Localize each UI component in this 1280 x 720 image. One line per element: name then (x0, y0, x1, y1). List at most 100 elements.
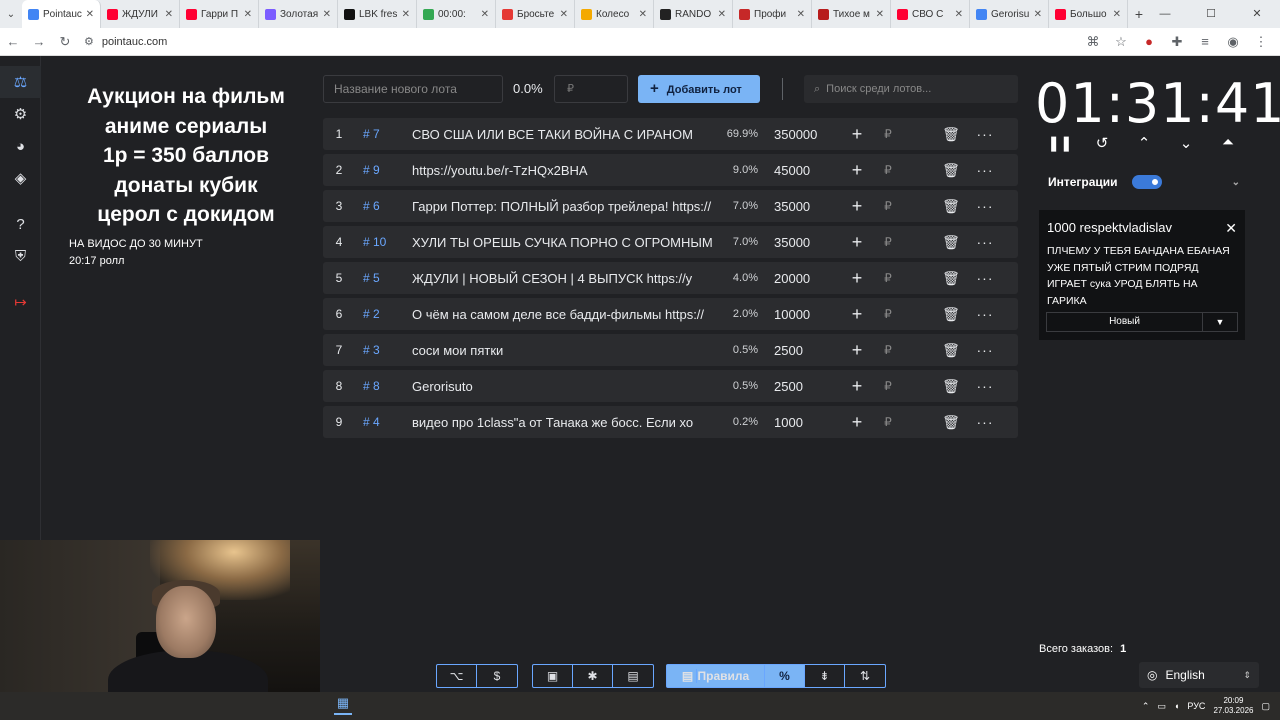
help-icon[interactable]: ? (0, 208, 41, 240)
tab-search-button[interactable]: ⌄ (0, 9, 22, 20)
lot-row[interactable]: 1 # 7 СВО США ИЛИ ВСЕ ТАКИ ВОЙНА С ИРАНОМ 6… (323, 118, 1018, 150)
lot-name[interactable]: ХУЛИ ТЫ ОРЕШЬ СУЧКА ПОРНО С ОГРОМНЫМ (412, 235, 712, 250)
browser-tab[interactable]: ЖДУЛИ ✕ (101, 0, 180, 28)
donation-lot-select[interactable]: Новый ▼ (1046, 312, 1238, 332)
language-select[interactable]: ◎ English ⇕ (1139, 662, 1259, 688)
volume-icon[interactable]: ◖ (1174, 701, 1179, 711)
browser-tab[interactable]: Колесо ✕ (575, 0, 654, 28)
more-options-icon[interactable]: ··· (968, 126, 1002, 142)
lot-amount[interactable]: 45000 (762, 163, 842, 178)
menu-dots-icon[interactable]: ⋮ (1248, 34, 1274, 50)
tab-close-icon[interactable]: ✕ (402, 9, 410, 20)
lot-amount[interactable]: 35000 (762, 235, 842, 250)
lot-row[interactable]: 4 # 10 ХУЛИ ТЫ ОРЕШЬ СУЧКА ПОРНО С ОГРОМНЫ… (323, 226, 1018, 258)
lot-row[interactable]: 9 # 4 видео про 1class"а от Танака же босс… (323, 406, 1018, 438)
network-icon[interactable]: ▭ (1157, 701, 1166, 712)
address-bar[interactable]: ⚙ pointauc.com (84, 31, 1080, 53)
tab-close-icon[interactable]: ✕ (1034, 9, 1042, 20)
add-amount-input[interactable]: ₽ (872, 415, 904, 429)
browser-tab[interactable]: Gerorisu ✕ (970, 0, 1049, 28)
pause-icon[interactable]: ❚❚ (1042, 134, 1078, 152)
tab-close-icon[interactable]: ✕ (876, 9, 884, 20)
lot-name[interactable]: О чём на самом деле все бадди-фильмы htt… (412, 307, 712, 322)
add-amount-input[interactable]: ₽ (872, 343, 904, 357)
tab-close-icon[interactable]: ✕ (797, 9, 805, 20)
bookmark-star-icon[interactable]: ☆ (1108, 34, 1134, 50)
tab-close-icon[interactable]: ✕ (955, 9, 963, 20)
layers-icon[interactable]: ◈ (0, 162, 41, 194)
lot-row[interactable]: 2 # 9 https://youtu.be/r-TzHQx2BHA 9.0% 4500… (323, 154, 1018, 186)
tab-close-icon[interactable]: ✕ (165, 9, 173, 20)
lot-row[interactable]: 3 # 6 Гарри Поттер: ПОЛНЫЙ разбор трейлера… (323, 190, 1018, 222)
tab-close-icon[interactable]: ✕ (244, 9, 252, 20)
tab-close-icon[interactable]: ✕ (639, 9, 647, 20)
rules-button[interactable]: ▤ Правила (667, 665, 765, 687)
percent-toggle-icon[interactable]: % (765, 665, 805, 687)
delete-icon[interactable]: 🗑 (934, 378, 968, 395)
add-amount-icon[interactable]: + (842, 376, 872, 397)
reading-list-icon[interactable]: ≡ (1192, 34, 1218, 50)
github-icon[interactable]: ⌥ (437, 665, 477, 687)
browser-tab[interactable]: Тихое м ✕ (812, 0, 891, 28)
lot-price-input[interactable]: ₽ (554, 75, 628, 103)
lot-amount[interactable]: 2500 (762, 343, 842, 358)
caret-down-icon[interactable]: ▼ (1203, 313, 1237, 331)
browser-tab[interactable]: LBK fresh ✕ (338, 0, 417, 28)
reload-icon[interactable]: ↻ (52, 34, 78, 50)
sort-icon[interactable]: ⇅ (845, 665, 885, 687)
add-amount-icon[interactable]: + (842, 160, 872, 181)
add-lot-button[interactable]: + Добавить лот (638, 75, 760, 103)
lot-amount[interactable]: 20000 (762, 271, 842, 286)
lot-amount[interactable]: 2500 (762, 379, 842, 394)
add-amount-input[interactable]: ₽ (872, 235, 904, 249)
profile-icon[interactable]: ◉ (1220, 34, 1246, 50)
notification-icon[interactable]: ▢ (1261, 701, 1270, 712)
lot-name-input[interactable]: Название нового лота (323, 75, 503, 103)
delete-icon[interactable]: 🗑 (934, 306, 968, 323)
browser-tab[interactable]: Профи ✕ (733, 0, 812, 28)
browser-tab[interactable]: СВО С ✕ (891, 0, 970, 28)
bug-icon[interactable]: ✱ (573, 665, 613, 687)
forward-icon[interactable]: → (26, 34, 52, 49)
close-icon[interactable]: ✕ (1225, 220, 1237, 237)
donate-dollar-icon[interactable]: $ (477, 665, 517, 687)
integrations-toggle[interactable] (1131, 175, 1162, 189)
more-options-icon[interactable]: ··· (968, 306, 1002, 322)
add-amount-icon[interactable]: + (842, 196, 872, 217)
add-amount-input[interactable]: ₽ (872, 163, 904, 177)
tray-clock[interactable]: 20:09 27.03.2026 (1213, 696, 1253, 716)
add-amount-input[interactable]: ₽ (872, 379, 904, 393)
lot-row[interactable]: 5 # 5 ЖДУЛИ | НОВЫЙ СЕЗОН | 4 ВЫПУСК https… (323, 262, 1018, 294)
browser-tab[interactable]: Бросьте ✕ (496, 0, 575, 28)
lot-row[interactable]: 7 # 3 соси мои пятки 0.5% 2500 + ₽ 🗑 ··· (323, 334, 1018, 366)
lot-name[interactable]: ЖДУЛИ | НОВЫЙ СЕЗОН | 4 ВЫПУСК https://y (412, 271, 712, 286)
keyboard-language[interactable]: РУС (1187, 701, 1205, 711)
chevron-down-icon[interactable]: ⌄ (1232, 177, 1240, 188)
more-options-icon[interactable]: ··· (968, 414, 1002, 430)
add-amount-input[interactable]: ₽ (872, 307, 904, 321)
reset-icon[interactable]: ↺ (1084, 134, 1120, 152)
lot-name[interactable]: Гарри Поттер: ПОЛНЫЙ разбор трейлера! ht… (412, 199, 712, 214)
add-amount-input[interactable]: ₽ (872, 199, 904, 213)
minimize-button[interactable]: — (1142, 0, 1188, 28)
tab-close-icon[interactable]: ✕ (86, 9, 94, 20)
shield-icon[interactable]: ⛨ (0, 240, 41, 272)
lot-amount[interactable]: 1000 (762, 415, 842, 430)
tab-close-icon[interactable]: ✕ (481, 9, 489, 20)
compact-icon[interactable]: ⇟ (805, 665, 845, 687)
lot-name[interactable]: https://youtu.be/r-TzHQx2BHA (412, 163, 712, 178)
more-options-icon[interactable]: ··· (968, 270, 1002, 286)
lot-name[interactable]: СВО США ИЛИ ВСЕ ТАКИ ВОЙНА С ИРАНОМ (412, 127, 712, 142)
delete-icon[interactable]: 🗑 (934, 342, 968, 359)
more-options-icon[interactable]: ··· (968, 162, 1002, 178)
tab-close-icon[interactable]: ✕ (1113, 9, 1121, 20)
back-icon[interactable]: ← (0, 34, 26, 49)
lot-amount[interactable]: 350000 (762, 127, 842, 142)
close-window-button[interactable]: ✕ (1234, 0, 1280, 28)
wheel-icon[interactable]: ◕ (0, 130, 41, 162)
delete-icon[interactable]: 🗑 (934, 126, 968, 143)
clear-icon[interactable]: ▤ (613, 665, 653, 687)
add-amount-icon[interactable]: + (842, 232, 872, 253)
browser-tab[interactable]: Большо ✕ (1049, 0, 1128, 28)
more-options-icon[interactable]: ··· (968, 234, 1002, 250)
